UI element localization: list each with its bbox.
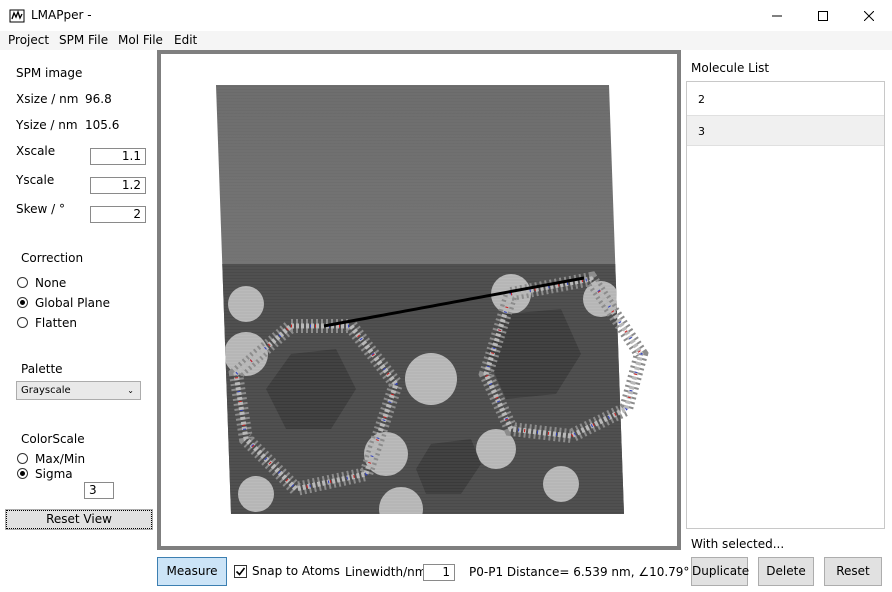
menu-edit[interactable]: Edit bbox=[174, 33, 197, 47]
sigma-input[interactable]: 3 bbox=[84, 482, 114, 499]
app-logo-icon bbox=[9, 9, 25, 23]
xscale-input[interactable]: 1.1 bbox=[90, 148, 146, 165]
correction-global-plane-radio[interactable] bbox=[17, 297, 28, 308]
correction-global-plane-label[interactable]: Global Plane bbox=[35, 296, 110, 310]
reset-view-button[interactable]: Reset View bbox=[5, 509, 153, 530]
chevron-down-icon: ⌄ bbox=[127, 386, 134, 395]
linewidth-input[interactable]: 1 bbox=[423, 564, 455, 581]
colorscale-maxmin-label[interactable]: Max/Min bbox=[35, 452, 85, 466]
close-icon bbox=[864, 10, 874, 21]
measure-button[interactable]: Measure bbox=[157, 557, 227, 586]
distance-readout: P0-P1 Distance= 6.539 nm, ∠10.79° bbox=[469, 565, 690, 579]
snap-to-atoms-checkbox[interactable] bbox=[234, 565, 247, 578]
snap-to-atoms-label[interactable]: Snap to Atoms bbox=[252, 564, 340, 578]
correction-none-label[interactable]: None bbox=[35, 276, 66, 290]
correction-none-radio[interactable] bbox=[17, 277, 28, 288]
menu-spm-file[interactable]: SPM File bbox=[59, 33, 108, 47]
with-selected-label: With selected... bbox=[691, 537, 785, 551]
checkmark-icon bbox=[235, 567, 246, 576]
molecule-list-item-selected[interactable]: 3 bbox=[687, 115, 884, 146]
colorscale-sigma-label[interactable]: Sigma bbox=[35, 467, 73, 481]
spm-heading: SPM image bbox=[16, 66, 83, 80]
xscale-label: Xscale bbox=[16, 144, 56, 158]
xsize-label: Xsize / nm bbox=[16, 92, 79, 106]
ysize-label: Ysize / nm bbox=[16, 118, 78, 132]
skew-label: Skew / ° bbox=[16, 202, 66, 216]
maximize-icon bbox=[818, 10, 828, 21]
palette-selected-value: Grayscale bbox=[21, 385, 71, 396]
yscale-label: Yscale bbox=[16, 173, 55, 187]
minimize-button[interactable] bbox=[754, 0, 800, 31]
linewidth-label: Linewidth/nm bbox=[345, 565, 427, 579]
correction-heading: Correction bbox=[21, 251, 84, 265]
xsize-value: 96.8 bbox=[85, 92, 112, 106]
skew-input[interactable]: 2 bbox=[90, 206, 146, 223]
minimize-icon bbox=[772, 15, 782, 16]
ysize-value: 105.6 bbox=[85, 118, 120, 132]
reset-button[interactable]: Reset bbox=[824, 557, 882, 586]
molecule-list-item[interactable]: 2 bbox=[687, 84, 884, 115]
menu-project[interactable]: Project bbox=[8, 33, 49, 47]
colorscale-sigma-radio[interactable] bbox=[17, 468, 28, 479]
colorscale-maxmin-radio[interactable] bbox=[17, 453, 28, 464]
yscale-input[interactable]: 1.2 bbox=[90, 177, 146, 194]
delete-button[interactable]: Delete bbox=[758, 557, 814, 586]
molecule-list-heading: Molecule List bbox=[691, 61, 770, 75]
close-button[interactable] bbox=[846, 0, 892, 31]
palette-select[interactable]: Grayscale ⌄ bbox=[16, 381, 141, 400]
correction-flatten-radio[interactable] bbox=[17, 317, 28, 328]
palette-heading: Palette bbox=[21, 362, 63, 376]
menu-mol-file[interactable]: Mol File bbox=[118, 33, 163, 47]
molecule-list[interactable] bbox=[686, 81, 885, 529]
duplicate-button[interactable]: Duplicate bbox=[691, 557, 749, 586]
spm-image-canvas[interactable] bbox=[161, 54, 677, 546]
maximize-button[interactable] bbox=[800, 0, 846, 31]
correction-flatten-label[interactable]: Flatten bbox=[35, 316, 77, 330]
window-title: LMAPper - bbox=[31, 8, 92, 22]
colorscale-heading: ColorScale bbox=[21, 432, 85, 446]
